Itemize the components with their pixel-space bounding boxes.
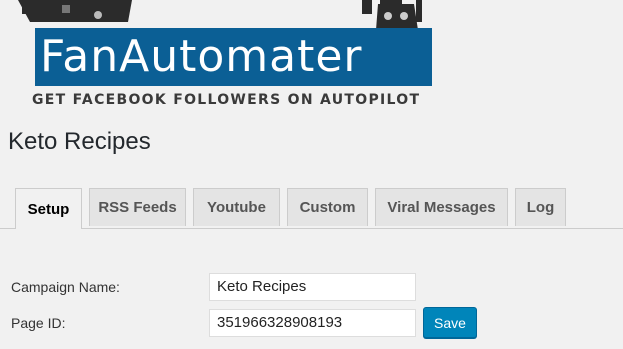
logo-wordmark: FanAutomater [40,31,363,82]
tab-custom[interactable]: Custom [287,188,368,226]
campaign-name-input[interactable]: Keto Recipes [209,273,416,301]
header-logo-area: FanAutomater GET FACEBOOK FOLLOWERS ON A… [0,0,623,115]
page-title: Keto Recipes [8,128,151,155]
page-id-input[interactable]: 351966328908193 [209,309,416,337]
tab-viral-messages[interactable]: Viral Messages [375,188,508,226]
page-id-label: Page ID: [11,315,66,331]
tab-bar: Setup RSS Feeds Youtube Custom Viral Mes… [0,188,623,229]
tab-setup[interactable]: Setup [15,188,82,229]
save-button[interactable]: Save [423,307,477,338]
tab-rss-feeds[interactable]: RSS Feeds [89,188,186,226]
tab-youtube[interactable]: Youtube [193,188,280,226]
tab-log[interactable]: Log [515,188,566,226]
campaign-name-label: Campaign Name: [11,279,120,295]
logo-tagline: GET FACEBOOK FOLLOWERS ON AUTOPILOT [32,92,421,108]
